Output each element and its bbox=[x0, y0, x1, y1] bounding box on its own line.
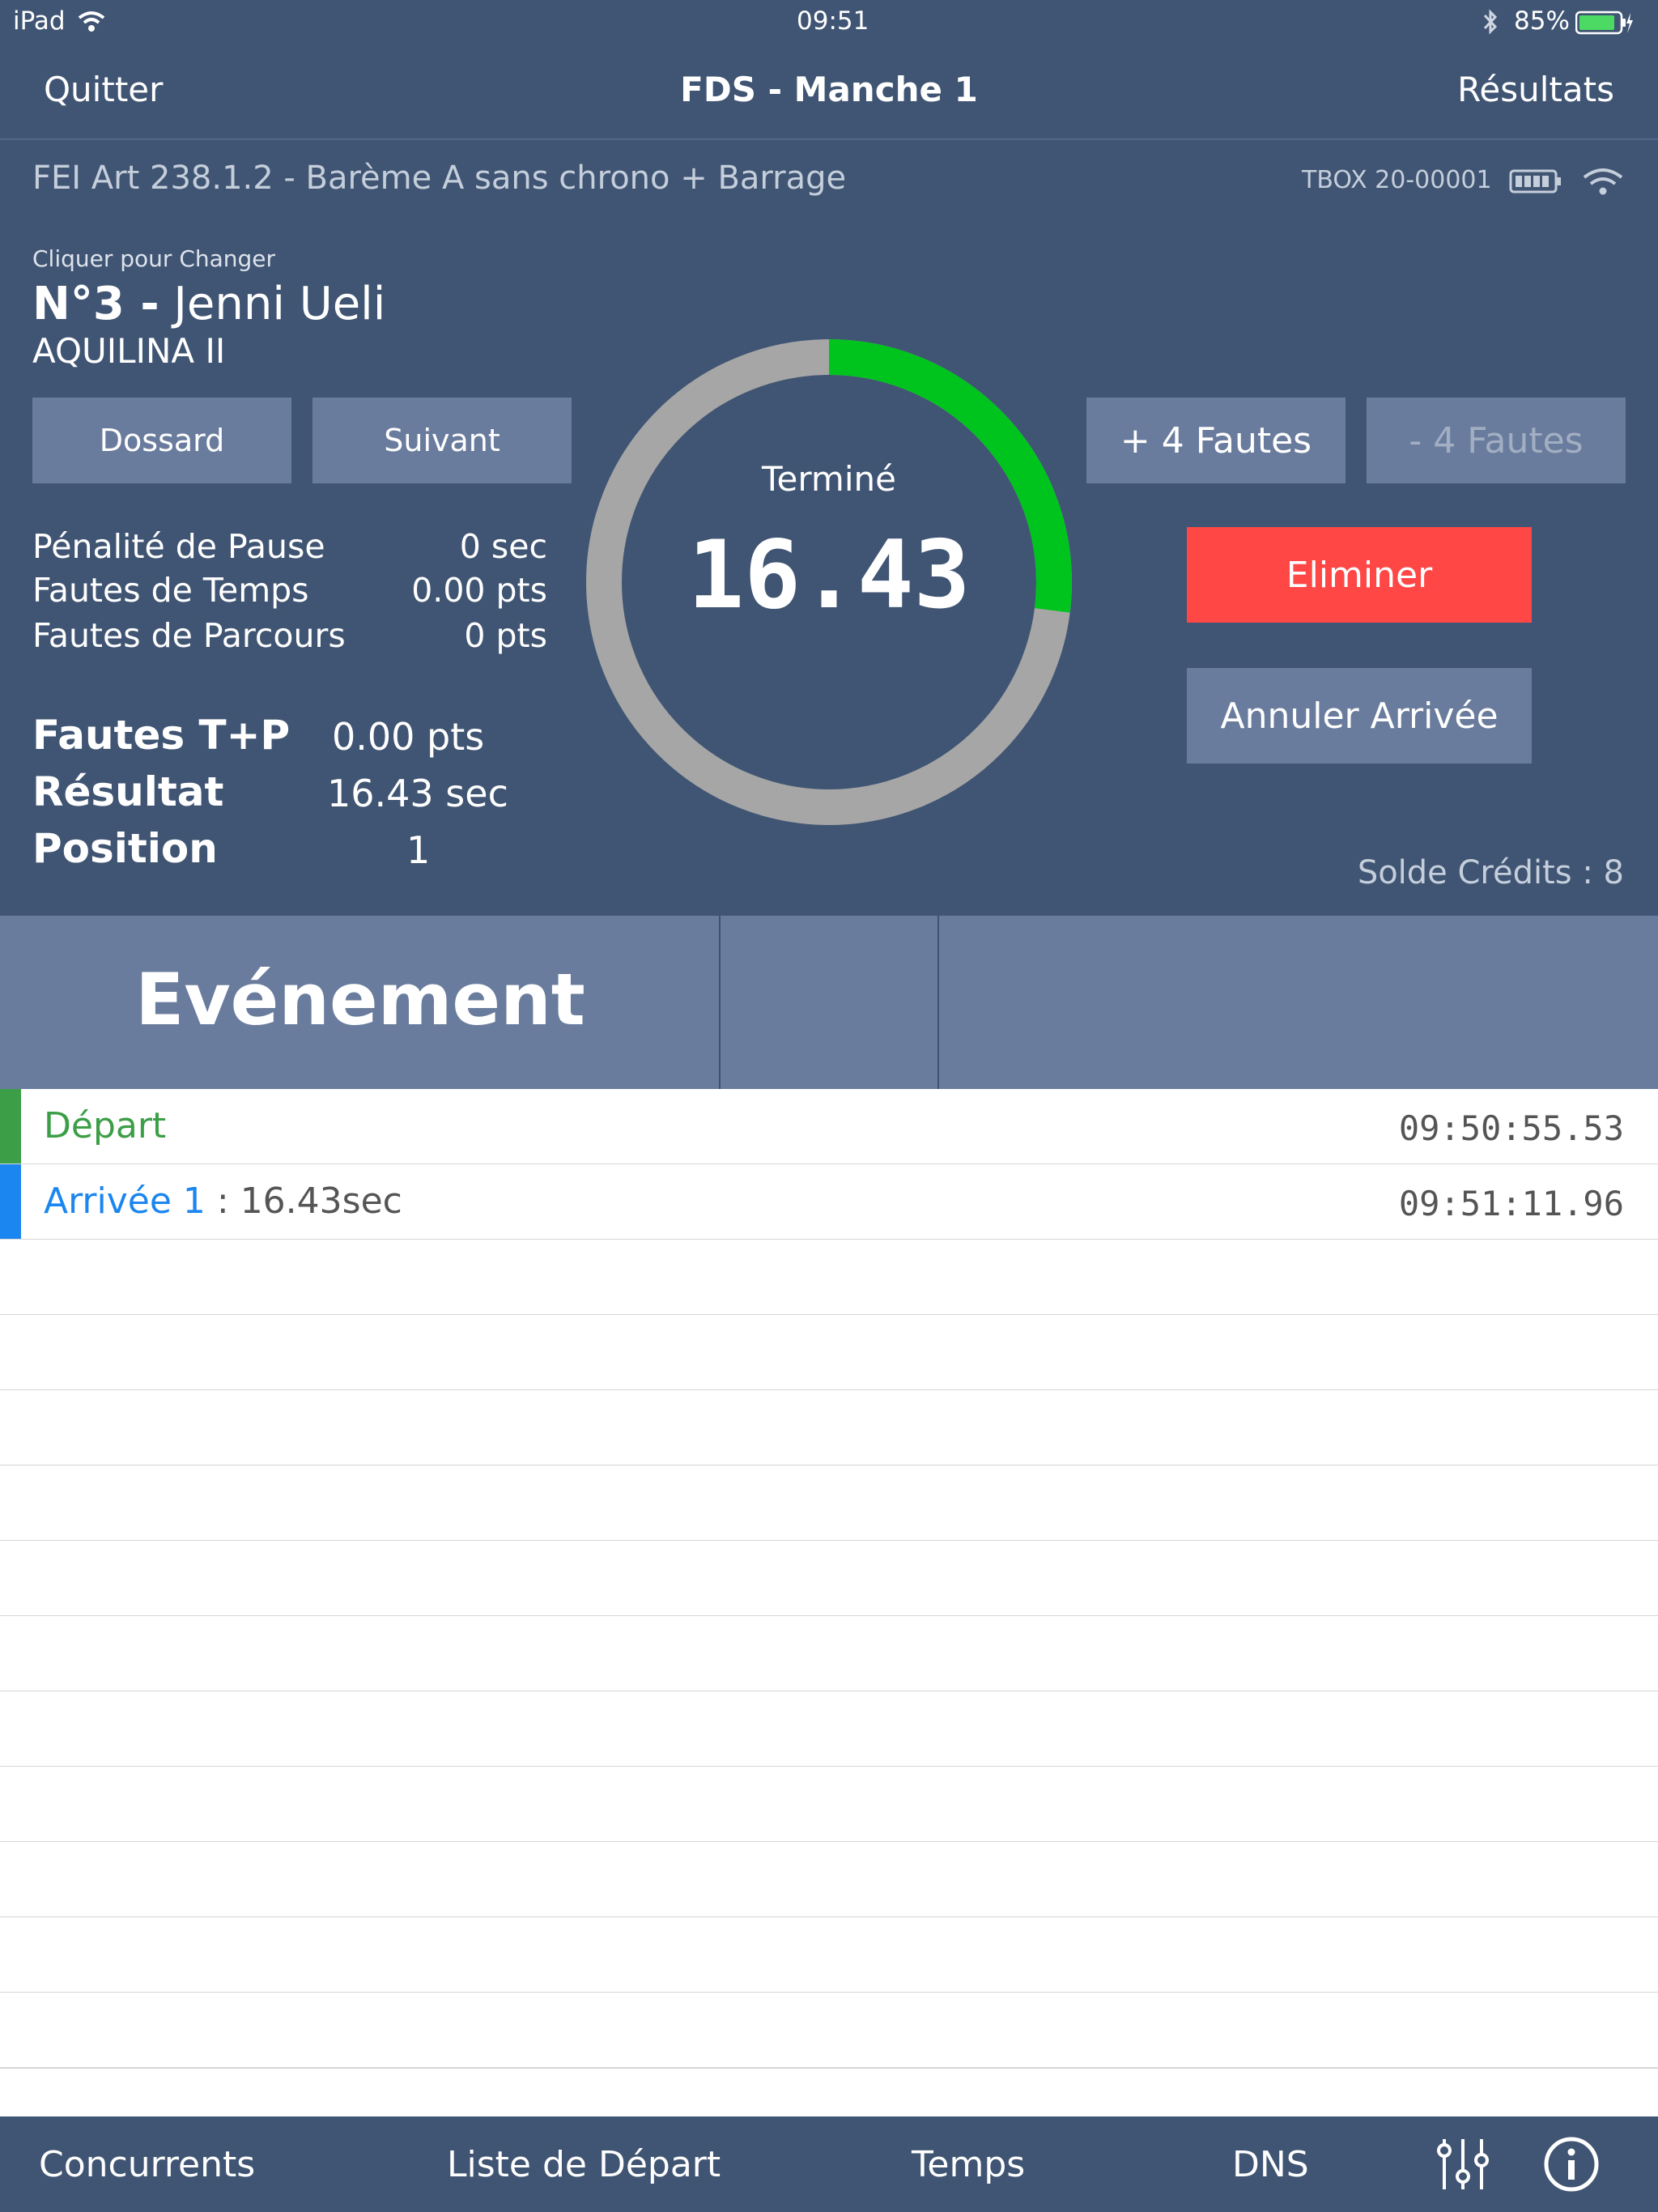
rules-description: FEI Art 238.1.2 - Barème A sans chrono +… bbox=[32, 160, 847, 197]
penalty-value: 0 pts bbox=[464, 616, 547, 655]
clock: 09:51 bbox=[797, 6, 869, 36]
rider-selector[interactable]: N°3 - Jenni Ueli bbox=[32, 278, 385, 330]
rider-number: N°3 - bbox=[32, 278, 159, 330]
remove-faults-button[interactable]: - 4 Fautes bbox=[1367, 398, 1626, 483]
empty-row bbox=[0, 1767, 1658, 1843]
competitor-panel: FEI Art 238.1.2 - Barème A sans chrono +… bbox=[0, 140, 1658, 916]
header-divider bbox=[719, 916, 721, 1089]
empty-row bbox=[0, 1616, 1658, 1692]
penalty-value: 0 sec bbox=[459, 527, 547, 566]
tbox-battery-icon bbox=[1509, 169, 1561, 194]
page-title: FDS - Manche 1 bbox=[680, 70, 978, 109]
events-header-title: Evénement bbox=[135, 958, 585, 1041]
summary-label: Position bbox=[32, 825, 218, 872]
wifi-icon bbox=[78, 11, 105, 32]
nav-bar: Quitter FDS - Manche 1 Résultats bbox=[0, 45, 1658, 139]
status-bar: iPad 09:51 85% bbox=[0, 0, 1658, 45]
tab-concurrents[interactable]: Concurrents bbox=[39, 2144, 255, 2185]
event-color-bar bbox=[0, 1089, 21, 1163]
next-button[interactable]: Suivant bbox=[312, 398, 572, 483]
empty-row bbox=[0, 1465, 1658, 1542]
penalty-label: Fautes de Parcours bbox=[32, 616, 346, 655]
empty-row bbox=[0, 1390, 1658, 1466]
change-hint: Cliquer pour Changer bbox=[32, 245, 276, 272]
summary-value: 0.00 pts bbox=[332, 715, 485, 759]
tab-start-list[interactable]: Liste de Départ bbox=[447, 2144, 721, 2185]
header-divider bbox=[937, 916, 939, 1089]
tbox-signal-icon bbox=[1583, 168, 1623, 195]
summary-label: Fautes T+P bbox=[32, 712, 291, 759]
event-row[interactable]: Arrivée 1 : 16.43sec 09:51:11.96 bbox=[0, 1164, 1658, 1240]
bluetooth-icon bbox=[1483, 9, 1498, 35]
dossard-button[interactable]: Dossard bbox=[32, 398, 291, 483]
penalty-label: Pénalité de Pause bbox=[32, 527, 325, 566]
empty-row bbox=[0, 1842, 1658, 1918]
info-icon[interactable] bbox=[1543, 2136, 1600, 2193]
cancel-arrival-button[interactable]: Annuler Arrivée bbox=[1187, 668, 1532, 764]
tab-bar: Concurrents Liste de Départ Temps DNS bbox=[0, 2116, 1658, 2212]
event-time: 09:50:55.53 bbox=[1398, 1108, 1624, 1148]
summary-label: Résultat bbox=[32, 768, 224, 815]
event-detail: : 16.43sec bbox=[205, 1180, 402, 1222]
tab-dns[interactable]: DNS bbox=[1232, 2144, 1309, 2185]
empty-row bbox=[0, 1240, 1658, 1316]
empty-row bbox=[0, 1691, 1658, 1767]
empty-row bbox=[0, 1541, 1658, 1617]
horse-name: AQUILINA II bbox=[32, 331, 226, 371]
summary-value: 1 bbox=[406, 828, 431, 872]
event-label: Arrivée 1 bbox=[44, 1180, 206, 1222]
tab-times[interactable]: Temps bbox=[912, 2144, 1025, 2185]
battery-percent: 85% bbox=[1514, 6, 1570, 36]
timer-state: Terminé bbox=[762, 459, 896, 499]
device-label: iPad bbox=[13, 6, 66, 36]
summary-value: 16.43 sec bbox=[327, 772, 508, 815]
event-row[interactable]: Départ 09:50:55.53 bbox=[0, 1089, 1658, 1165]
empty-row bbox=[0, 1917, 1658, 1993]
penalty-label: Fautes de Temps bbox=[32, 571, 309, 610]
event-color-bar bbox=[0, 1164, 21, 1239]
add-faults-button[interactable]: + 4 Fautes bbox=[1086, 398, 1346, 483]
events-header: Evénement bbox=[0, 916, 1658, 1089]
device-id: TBOX 20-00001 bbox=[1302, 166, 1492, 194]
eliminate-button[interactable]: Eliminer bbox=[1187, 527, 1532, 623]
timer-value: 16.43 bbox=[687, 521, 971, 630]
empty-row bbox=[0, 1315, 1658, 1391]
results-button[interactable]: Résultats bbox=[1457, 70, 1614, 109]
credits-balance: Solde Crédits : 8 bbox=[1357, 854, 1624, 891]
event-label: Départ bbox=[44, 1105, 167, 1146]
event-time: 09:51:11.96 bbox=[1398, 1184, 1624, 1223]
battery-icon bbox=[1575, 11, 1633, 35]
rider-name: Jenni Ueli bbox=[173, 278, 386, 330]
penalty-value: 0.00 pts bbox=[411, 571, 547, 610]
settings-sliders-icon[interactable] bbox=[1435, 2136, 1491, 2193]
empty-row bbox=[0, 1993, 1658, 2069]
